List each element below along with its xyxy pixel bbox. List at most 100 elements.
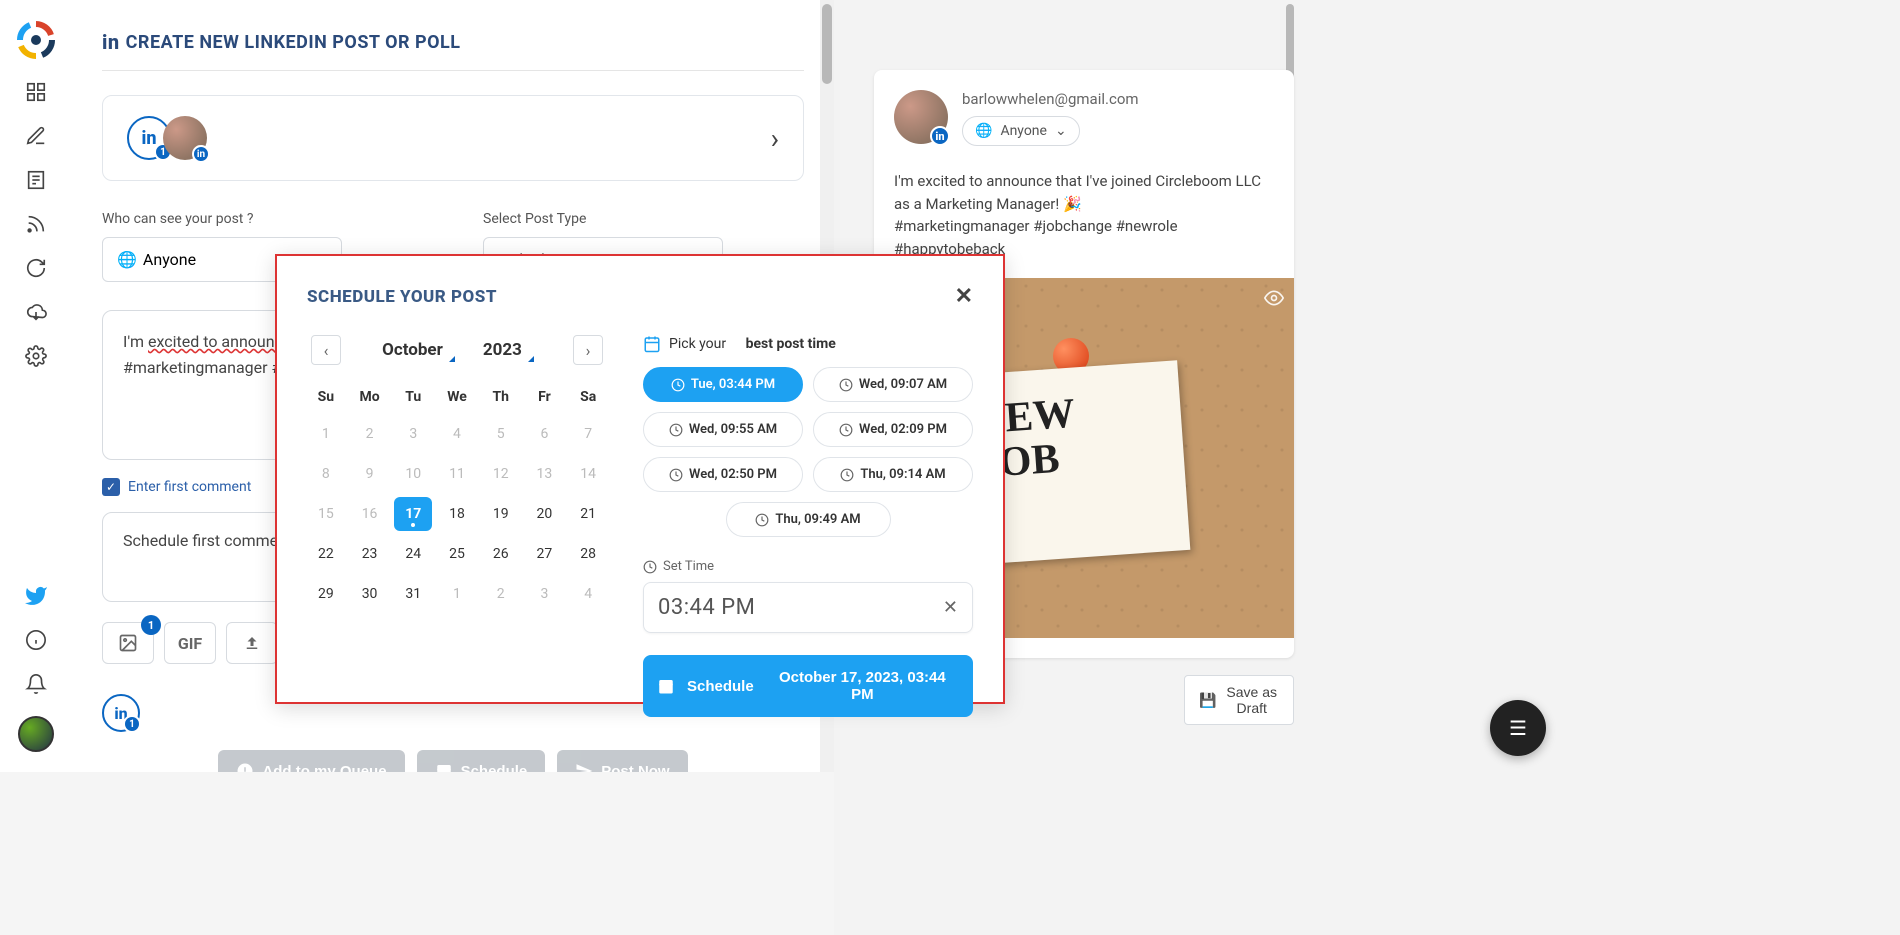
action-bar: Add to my Queue Schedule Post Now xyxy=(102,750,804,772)
calendar-day[interactable]: 27 xyxy=(526,537,564,571)
accounts-card[interactable]: in 1 in › xyxy=(102,95,804,181)
article-icon[interactable] xyxy=(24,168,48,192)
pick-time-label: Pick your best post time xyxy=(643,335,973,353)
preview-audience-select[interactable]: 🌐 Anyone ⌄ xyxy=(962,116,1080,146)
calendar: ‹ October 2023 › SuMoTuWeThFrSa123456789… xyxy=(307,335,607,717)
time-input[interactable]: 03:44 PM ✕ xyxy=(643,582,973,633)
media-count-badge: 1 xyxy=(141,615,161,635)
chevron-right-icon[interactable]: › xyxy=(771,122,779,155)
calendar-day[interactable]: 26 xyxy=(482,537,520,571)
calendar-day: 4 xyxy=(569,577,607,611)
account-in-badge: in xyxy=(192,145,210,163)
calendar-day[interactable]: 25 xyxy=(438,537,476,571)
calendar-day[interactable]: 22 xyxy=(307,537,345,571)
calendar-day[interactable]: 30 xyxy=(351,577,389,611)
calendar-year-select[interactable]: 2023 xyxy=(483,340,532,360)
calendar-dow: We xyxy=(438,383,476,411)
time-suggestion-chip[interactable]: Thu, 09:49 AM xyxy=(726,502,891,537)
calendar-grid: SuMoTuWeThFrSa12345678910111213141516171… xyxy=(307,383,607,611)
user-avatar-small[interactable] xyxy=(18,716,54,752)
scrollbar-thumb[interactable] xyxy=(822,4,832,84)
calendar-day: 14 xyxy=(569,457,607,491)
fab-menu-button[interactable]: ☰ xyxy=(1490,700,1546,756)
calendar-next-button[interactable]: › xyxy=(573,335,603,365)
linkedin-icon: in xyxy=(102,30,120,54)
chevron-down-icon: ⌄ xyxy=(1055,123,1067,139)
calendar-day: 6 xyxy=(526,417,564,451)
time-suggestion-chip[interactable]: Wed, 09:55 AM xyxy=(643,412,803,447)
calendar-day: 5 xyxy=(482,417,520,451)
refresh-icon[interactable] xyxy=(24,256,48,280)
calendar-day: 3 xyxy=(394,417,432,451)
confirm-schedule-button[interactable]: Schedule October 17, 2023, 03:44 PM xyxy=(643,655,973,717)
save-icon: 💾 xyxy=(1199,692,1216,709)
calendar-day: 11 xyxy=(438,457,476,491)
calendar-day[interactable]: 19 xyxy=(482,497,520,531)
rss-icon[interactable] xyxy=(24,212,48,236)
sidebar xyxy=(0,0,72,772)
settings-icon[interactable] xyxy=(24,344,48,368)
visibility-label: Who can see your post ? xyxy=(102,211,423,227)
calendar-day: 2 xyxy=(482,577,520,611)
calendar-day[interactable]: 17 xyxy=(394,497,432,531)
upload-button[interactable] xyxy=(226,622,278,664)
page-title: in CREATE NEW LINKEDIN POST OR POLL xyxy=(102,30,804,71)
calendar-day[interactable]: 28 xyxy=(569,537,607,571)
time-suggestions: Pick your best post time Tue, 03:44 PM We… xyxy=(643,335,973,717)
post-now-button[interactable]: Post Now xyxy=(557,750,687,772)
set-time-label: Set Time xyxy=(643,559,973,574)
close-icon[interactable]: ✕ xyxy=(955,284,973,309)
calendar-day[interactable]: 31 xyxy=(394,577,432,611)
image-button[interactable]: 1 xyxy=(102,622,154,664)
info-icon[interactable] xyxy=(24,628,48,652)
visibility-value: Anyone xyxy=(143,250,196,269)
calendar-day: 10 xyxy=(394,457,432,491)
calendar-day: 3 xyxy=(526,577,564,611)
globe-icon: 🌐 xyxy=(117,250,137,269)
schedule-button[interactable]: Schedule xyxy=(417,750,546,772)
calendar-day: 16 xyxy=(351,497,389,531)
calendar-dow: Fr xyxy=(526,383,564,411)
compose-icon[interactable] xyxy=(24,124,48,148)
calendar-day: 9 xyxy=(351,457,389,491)
time-suggestion-chip[interactable]: Wed, 02:09 PM xyxy=(813,412,973,447)
calendar-day[interactable]: 18 xyxy=(438,497,476,531)
time-suggestion-chip[interactable]: Thu, 09:14 AM xyxy=(813,457,973,492)
preview-avatar: in xyxy=(894,90,948,144)
cloud-download-icon[interactable] xyxy=(24,300,48,324)
calendar-dow: Sa xyxy=(569,383,607,411)
bell-icon[interactable] xyxy=(24,672,48,696)
checkbox-checked-icon[interactable]: ✓ xyxy=(102,478,120,496)
clear-time-icon[interactable]: ✕ xyxy=(943,597,958,618)
gif-button[interactable]: GIF xyxy=(164,622,216,664)
calendar-day[interactable]: 29 xyxy=(307,577,345,611)
post-type-label: Select Post Type xyxy=(483,211,804,227)
twitter-icon[interactable] xyxy=(24,584,48,608)
save-as-draft-button[interactable]: 💾 Save as Draft xyxy=(1184,675,1294,725)
calendar-day[interactable]: 20 xyxy=(526,497,564,531)
calendar-dow: Mo xyxy=(351,383,389,411)
calendar-day: 15 xyxy=(307,497,345,531)
calendar-month-select[interactable]: October xyxy=(382,340,453,360)
dashboard-icon[interactable] xyxy=(24,80,48,104)
calendar-prev-button[interactable]: ‹ xyxy=(311,335,341,365)
add-to-queue-button[interactable]: Add to my Queue xyxy=(218,750,404,772)
eye-icon[interactable] xyxy=(1264,288,1284,312)
time-suggestion-chip[interactable]: Wed, 02:50 PM xyxy=(643,457,803,492)
calendar-day[interactable]: 21 xyxy=(569,497,607,531)
time-suggestion-chip[interactable]: Wed, 09:07 AM xyxy=(813,367,973,402)
linkedin-badge-icon: in xyxy=(930,126,950,146)
calendar-day: 1 xyxy=(307,417,345,451)
schedule-modal: SCHEDULE YOUR POST ✕ ‹ October 2023 › Su… xyxy=(275,254,1005,704)
time-suggestion-chip[interactable]: Tue, 03:44 PM xyxy=(643,367,803,402)
calendar-day[interactable]: 24 xyxy=(394,537,432,571)
account-avatar[interactable]: in xyxy=(163,116,207,160)
app-logo xyxy=(16,20,56,60)
calendar-day: 12 xyxy=(482,457,520,491)
calendar-day[interactable]: 23 xyxy=(351,537,389,571)
calendar-day: 13 xyxy=(526,457,564,491)
accounts-list: in 1 in xyxy=(127,116,199,160)
calendar-day: 1 xyxy=(438,577,476,611)
calendar-day: 2 xyxy=(351,417,389,451)
time-input-value: 03:44 PM xyxy=(658,595,755,620)
